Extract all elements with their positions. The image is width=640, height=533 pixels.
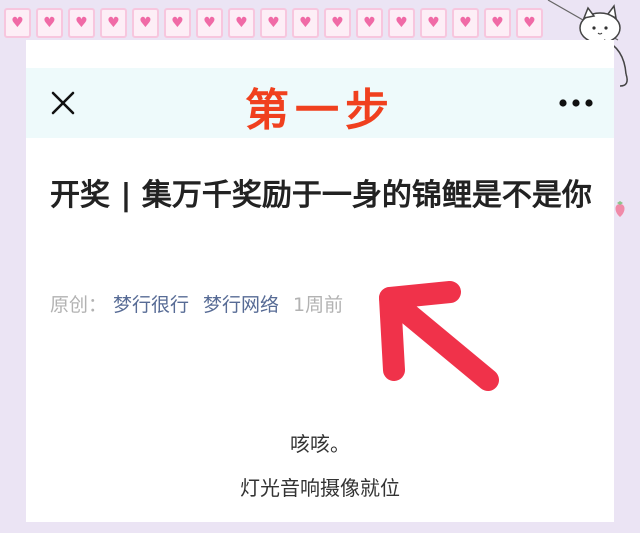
more-options-icon[interactable] — [558, 98, 594, 108]
article-card: 第一步 开奖 | 集万千奖励于一身的锦鲤是不是你 原创： 梦行很行 梦行网络 1周前 … — [26, 40, 614, 522]
heart-icon: ♥ — [516, 8, 543, 38]
strawberry-icon — [615, 201, 625, 217]
heart-icon: ♥ — [100, 8, 127, 38]
publish-time: 1周前 — [293, 294, 344, 316]
heart-icon: ♥ — [260, 8, 287, 38]
body-paragraph-1: 咳咳。 — [290, 432, 350, 456]
heart-icon: ♥ — [196, 8, 223, 38]
article-title: 开奖 | 集万千奖励于一身的锦鲤是不是你 — [50, 178, 592, 213]
heart-icon: ♥ — [388, 8, 415, 38]
heart-icon: ♥ — [228, 8, 255, 38]
heart-icon: ♥ — [292, 8, 319, 38]
heart-icon: ♥ — [324, 8, 351, 38]
heart-icon: ♥ — [484, 8, 511, 38]
heart-border-decoration: ♥ ♥ ♥ ♥ ♥ ♥ ♥ ♥ ♥ ♥ ♥ ♥ ♥ ♥ ♥ ♥ ♥ — [0, 8, 564, 42]
top-navigation-bar: 第一步 — [26, 68, 614, 138]
red-arrow-annotation-icon — [379, 281, 499, 391]
heart-icon: ♥ — [452, 8, 479, 38]
heart-icon: ♥ — [164, 8, 191, 38]
article-meta: 原创： 梦行很行 梦行网络 1周前 — [50, 290, 343, 317]
body-paragraph-2: 灯光音响摄像就位 — [240, 476, 400, 500]
account-link[interactable]: 梦行网络 — [203, 294, 279, 316]
author-link[interactable]: 梦行很行 — [113, 294, 189, 316]
heart-icon: ♥ — [68, 8, 95, 38]
heart-icon: ♥ — [132, 8, 159, 38]
heart-icon: ♥ — [4, 8, 31, 38]
heart-icon: ♥ — [36, 8, 63, 38]
original-label: 原创： — [50, 294, 108, 316]
heart-icon: ♥ — [420, 8, 447, 38]
step-title: 第一步 — [245, 85, 395, 136]
heart-icon: ♥ — [356, 8, 383, 38]
